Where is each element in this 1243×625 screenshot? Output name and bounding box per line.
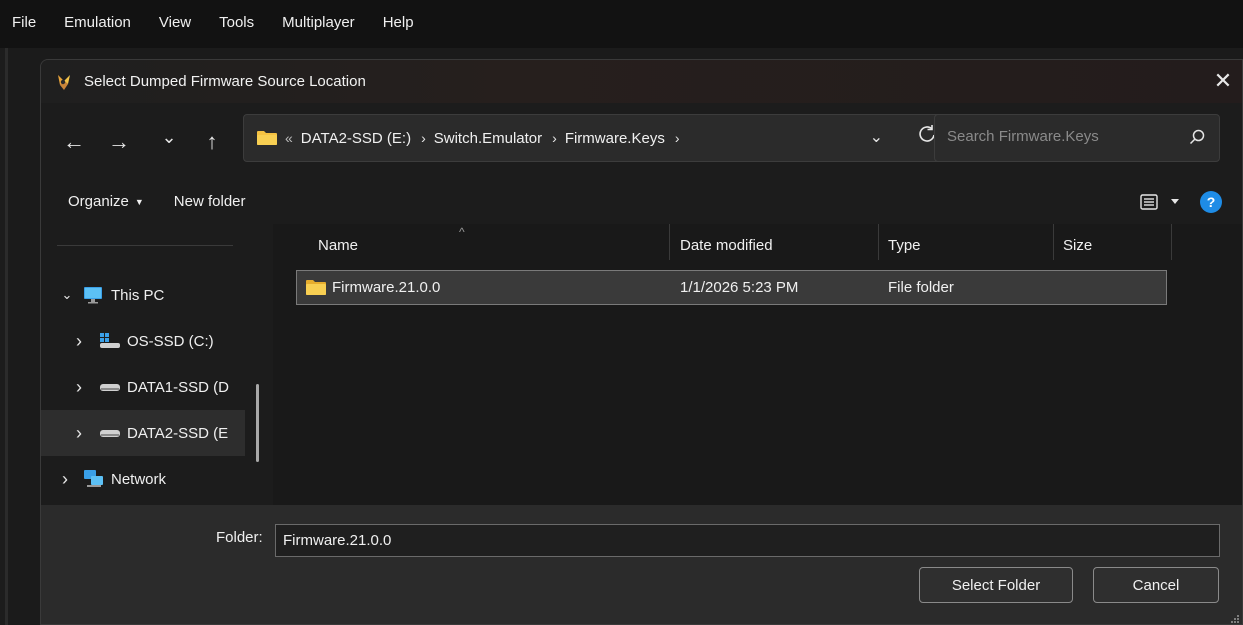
nav-item-network[interactable]: › Network — [41, 456, 245, 502]
column-separator[interactable] — [878, 224, 879, 260]
folder-icon — [257, 131, 277, 145]
resize-grip-icon[interactable] — [1230, 614, 1240, 624]
nav-item-data2-ssd[interactable]: › DATA2-SSD (E — [41, 410, 245, 456]
drive-icon — [100, 384, 120, 391]
menu-multiplayer[interactable]: Multiplayer — [268, 14, 369, 31]
monitor-icon — [84, 287, 102, 304]
nav-item-this-pc[interactable]: ⌄ This PC — [41, 272, 245, 318]
breadcrumb-separator-icon[interactable]: › — [421, 130, 426, 146]
new-folder-button[interactable]: New folder — [174, 193, 246, 210]
navigation-pane: ⌄ This PC › OS-SSD (C:) › DATA1-SSD (D ›… — [41, 224, 273, 505]
expand-chevron-icon[interactable]: › — [73, 423, 85, 444]
folder-name-input[interactable] — [275, 524, 1220, 557]
menu-view[interactable]: View — [145, 14, 205, 31]
folder-icon — [306, 280, 326, 295]
menu-emulation[interactable]: Emulation — [50, 14, 145, 31]
app-left-border — [0, 0, 8, 625]
expand-chevron-icon[interactable]: › — [73, 331, 85, 352]
back-arrow-icon[interactable]: ← — [59, 127, 89, 157]
details-view-icon — [1140, 194, 1158, 210]
help-icon[interactable]: ? — [1200, 191, 1222, 213]
table-row[interactable]: Firmware.21.0.0 1/1/2026 5:23 PM File fo… — [296, 270, 1167, 305]
network-icon — [84, 470, 103, 487]
menubar: File Emulation View Tools Multiplayer He… — [0, 0, 1243, 48]
select-folder-button[interactable]: Select Folder — [919, 567, 1073, 603]
dialog-titlebar: Select Dumped Firmware Source Location ✕ — [41, 60, 1242, 103]
column-separator[interactable] — [1053, 224, 1054, 260]
search-icon[interactable] — [1188, 128, 1206, 146]
file-name: Firmware.21.0.0 — [332, 279, 441, 296]
file-type: File folder — [888, 279, 954, 296]
search-input[interactable] — [947, 128, 1167, 145]
dialog-footer: Folder: Select Folder Cancel — [41, 505, 1242, 624]
search-box — [934, 114, 1220, 162]
nav-item-os-ssd[interactable]: › OS-SSD (C:) — [41, 318, 245, 364]
expand-chevron-icon[interactable]: › — [59, 469, 71, 490]
expand-chevron-icon[interactable]: ⌄ — [61, 287, 73, 303]
breadcrumb-switch-emulator[interactable]: Switch.Emulator — [434, 130, 542, 147]
navpane-divider — [57, 245, 233, 246]
file-date: 1/1/2026 5:23 PM — [680, 279, 799, 296]
app-icon — [58, 74, 70, 90]
forward-arrow-icon[interactable]: → — [104, 127, 134, 157]
nav-item-label: Network — [111, 470, 167, 488]
folder-label: Folder: — [216, 529, 263, 546]
column-separator[interactable] — [1171, 224, 1172, 260]
nav-item-label: DATA2-SSD (E — [127, 424, 229, 442]
column-header-date-modified[interactable]: Date modified — [680, 227, 773, 263]
menu-tools[interactable]: Tools — [205, 14, 268, 31]
file-dialog: Select Dumped Firmware Source Location ✕… — [40, 59, 1243, 625]
close-icon[interactable]: ✕ — [1210, 68, 1236, 94]
column-separator[interactable] — [669, 224, 670, 260]
column-header-type[interactable]: Type — [888, 227, 921, 263]
caret-down-icon — [1171, 199, 1179, 204]
column-header-name[interactable]: Name — [318, 227, 358, 263]
caret-down-icon: ▼ — [134, 197, 144, 208]
address-dropdown-chevron-icon[interactable]: ⌄ — [870, 127, 883, 147]
file-list: ^ Name Date modified Type Size Firmware.… — [273, 224, 1242, 505]
sort-ascending-icon: ^ — [459, 225, 465, 239]
address-bar[interactable]: « DATA2-SSD (E:) › Switch.Emulator › Fir… — [243, 114, 952, 162]
dialog-title: Select Dumped Firmware Source Location — [84, 73, 366, 90]
change-view-button[interactable] — [1140, 191, 1182, 213]
dialog-body: ⌄ This PC › OS-SSD (C:) › DATA1-SSD (D ›… — [41, 224, 1242, 505]
navpane-scrollbar[interactable] — [256, 384, 259, 462]
navigation-bar: ← → ⌄ ↑ « DATA2-SSD (E:) › Switch.Emulat… — [41, 103, 1242, 179]
menu-file[interactable]: File — [0, 14, 50, 31]
breadcrumb-overflow[interactable]: « — [285, 130, 293, 146]
menu-help[interactable]: Help — [369, 14, 428, 31]
nav-item-label: OS-SSD (C:) — [127, 332, 214, 350]
recent-locations-chevron-icon[interactable]: ⌄ — [154, 122, 184, 152]
expand-chevron-icon[interactable]: › — [73, 377, 85, 398]
breadcrumb-firmware-keys[interactable]: Firmware.Keys — [565, 130, 665, 147]
organize-label: Organize — [68, 193, 129, 210]
organize-button[interactable]: Organize ▼ — [68, 193, 144, 210]
breadcrumb-separator-icon[interactable]: › — [552, 130, 557, 146]
breadcrumb-separator-icon[interactable]: › — [675, 130, 680, 146]
system-drive-icon — [100, 333, 120, 348]
nav-item-label: DATA1-SSD (D — [127, 378, 229, 396]
breadcrumb-drive[interactable]: DATA2-SSD (E:) — [301, 130, 411, 147]
up-arrow-icon[interactable]: ↑ — [197, 127, 227, 157]
nav-item-data1-ssd[interactable]: › DATA1-SSD (D — [41, 364, 245, 410]
cancel-button[interactable]: Cancel — [1093, 567, 1219, 603]
drive-icon — [100, 430, 120, 437]
command-toolbar: Organize ▼ New folder ? — [41, 179, 1242, 224]
nav-item-label: This PC — [111, 286, 165, 304]
column-header-size[interactable]: Size — [1063, 227, 1092, 263]
